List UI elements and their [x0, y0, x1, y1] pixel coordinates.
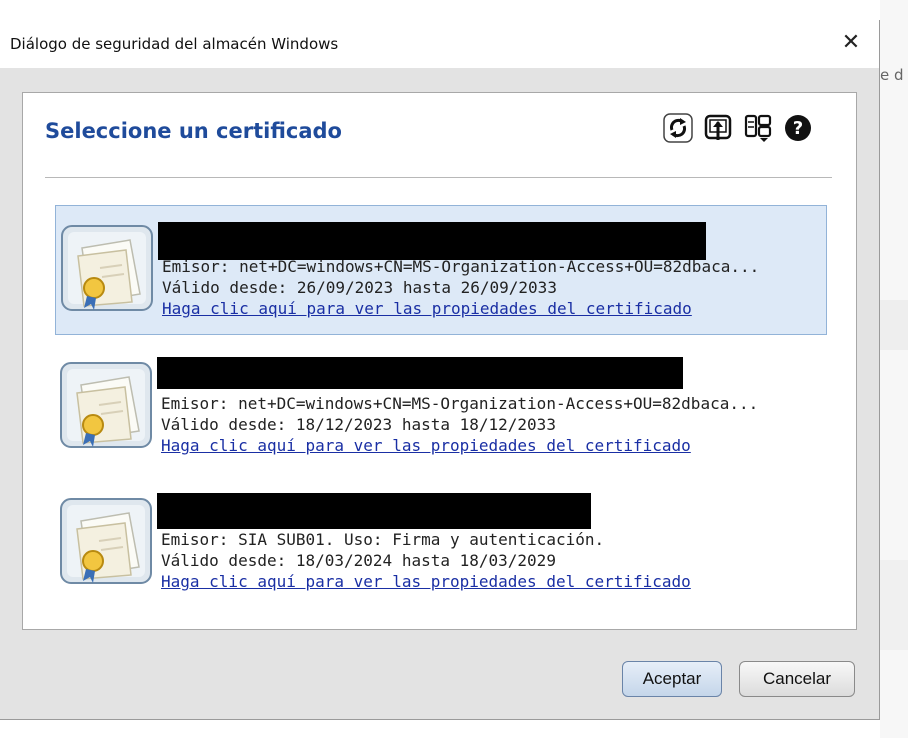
certificate-issuer: Emisor: net+DC=windows+CN=MS-Organizatio…	[161, 394, 759, 413]
security-dialog-window: Diálogo de seguridad del almacén Windows…	[0, 20, 880, 720]
certificate-item[interactable]: Emisor: net+DC=windows+CN=MS-Organizatio…	[55, 343, 827, 473]
toolbar: ?	[663, 113, 813, 147]
redacted-certificate-name	[158, 222, 706, 260]
certificate-icon	[60, 498, 152, 584]
redacted-certificate-name	[157, 357, 683, 389]
certificate-properties-link[interactable]: Haga clic aquí para ver las propiedades …	[161, 435, 821, 456]
close-icon[interactable]: ✕	[833, 26, 869, 62]
certificate-issuer: Emisor: SIA SUB01. Uso: Firma y autentic…	[161, 530, 605, 549]
redacted-certificate-name	[157, 493, 591, 529]
certificate-properties-link[interactable]: Haga clic aquí para ver las propiedades …	[162, 298, 822, 319]
svg-text:?: ?	[793, 118, 803, 139]
background-decoration	[880, 300, 908, 350]
import-icon[interactable]	[703, 113, 733, 143]
certificate-issuer: Emisor: net+DC=windows+CN=MS-Organizatio…	[162, 257, 760, 276]
accept-button[interactable]: Aceptar	[622, 661, 722, 697]
certificate-validity: Válido desde: 18/03/2024 hasta 18/03/202…	[161, 551, 556, 570]
help-icon[interactable]: ?	[783, 113, 813, 143]
background-partial-text: e d	[880, 66, 904, 84]
page-title: Seleccione un certificado	[45, 119, 342, 143]
title-bar[interactable]: Diálogo de seguridad del almacén Windows…	[0, 20, 879, 68]
refresh-icon[interactable]	[663, 113, 693, 143]
window-title: Diálogo de seguridad del almacén Windows	[10, 35, 339, 53]
cancel-button[interactable]: Cancelar	[739, 661, 855, 697]
certificate-item[interactable]: Emisor: SIA SUB01. Uso: Firma y autentic…	[55, 479, 827, 609]
certificate-icon	[61, 225, 153, 311]
certificate-validity: Válido desde: 18/12/2023 hasta 18/12/203…	[161, 415, 556, 434]
certificate-item[interactable]: Emisor: net+DC=windows+CN=MS-Organizatio…	[55, 205, 827, 335]
divider	[45, 177, 832, 178]
certificate-properties-link[interactable]: Haga clic aquí para ver las propiedades …	[161, 571, 821, 592]
certificate-panel: Seleccione un certificado ? Emisor: net+…	[22, 92, 857, 630]
certificate-validity: Válido desde: 26/09/2023 hasta 26/09/203…	[162, 278, 557, 297]
background-decoration	[880, 560, 908, 650]
details-icon[interactable]	[743, 113, 773, 143]
certificate-icon	[60, 362, 152, 448]
